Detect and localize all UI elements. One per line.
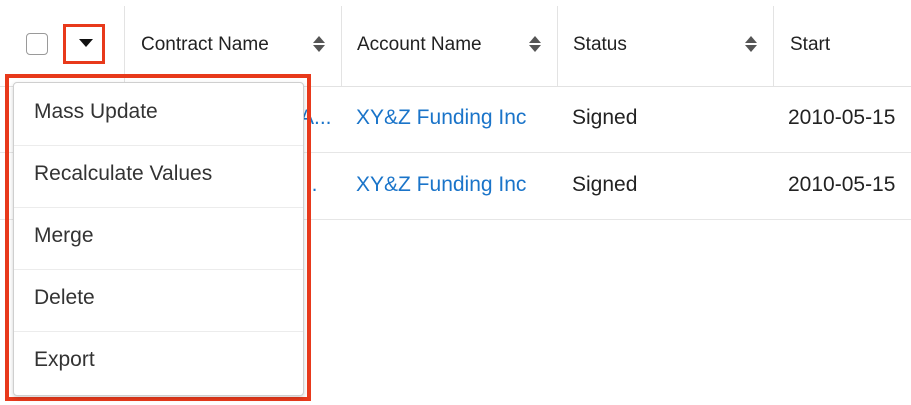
sort-icon[interactable] [745, 35, 757, 55]
column-divider [341, 6, 342, 86]
menu-item-export[interactable]: Export [14, 331, 303, 393]
column-divider [557, 6, 558, 86]
caret-down-icon [79, 39, 93, 47]
menu-item-label: Mass Update [34, 100, 158, 123]
select-all-checkbox[interactable] [26, 33, 48, 55]
account-name-link[interactable]: XY&Z Funding Inc [356, 173, 526, 197]
menu-item-recalculate-values[interactable]: Recalculate Values [14, 145, 303, 208]
mass-actions-menu: Mass Update Recalculate Values Merge Del… [13, 82, 304, 396]
sort-icon[interactable] [313, 35, 325, 55]
status-value: Signed [572, 173, 638, 196]
menu-item-label: Merge [34, 224, 94, 247]
column-header-status[interactable]: Status [573, 34, 627, 56]
menu-item-label: Recalculate Values [34, 162, 213, 185]
menu-item-merge[interactable]: Merge [14, 207, 303, 270]
menu-item-label: Delete [34, 286, 95, 309]
account-name-link[interactable]: XY&Z Funding Inc [356, 106, 526, 130]
mass-actions-dropdown-button[interactable] [63, 24, 105, 64]
menu-item-label: Export [34, 348, 95, 371]
sort-icon[interactable] [529, 35, 541, 55]
status-value: Signed [572, 106, 638, 129]
column-divider [773, 6, 774, 86]
start-date-value: 2010-05-15 [788, 173, 896, 196]
menu-item-delete[interactable]: Delete [14, 269, 303, 332]
column-header-start[interactable]: Start [790, 34, 830, 56]
start-date-value: 2010-05-15 [788, 106, 896, 129]
menu-item-mass-update[interactable]: Mass Update [14, 83, 303, 146]
column-header-contract-name[interactable]: Contract Name [141, 34, 269, 56]
column-header-account-name[interactable]: Account Name [357, 34, 482, 56]
